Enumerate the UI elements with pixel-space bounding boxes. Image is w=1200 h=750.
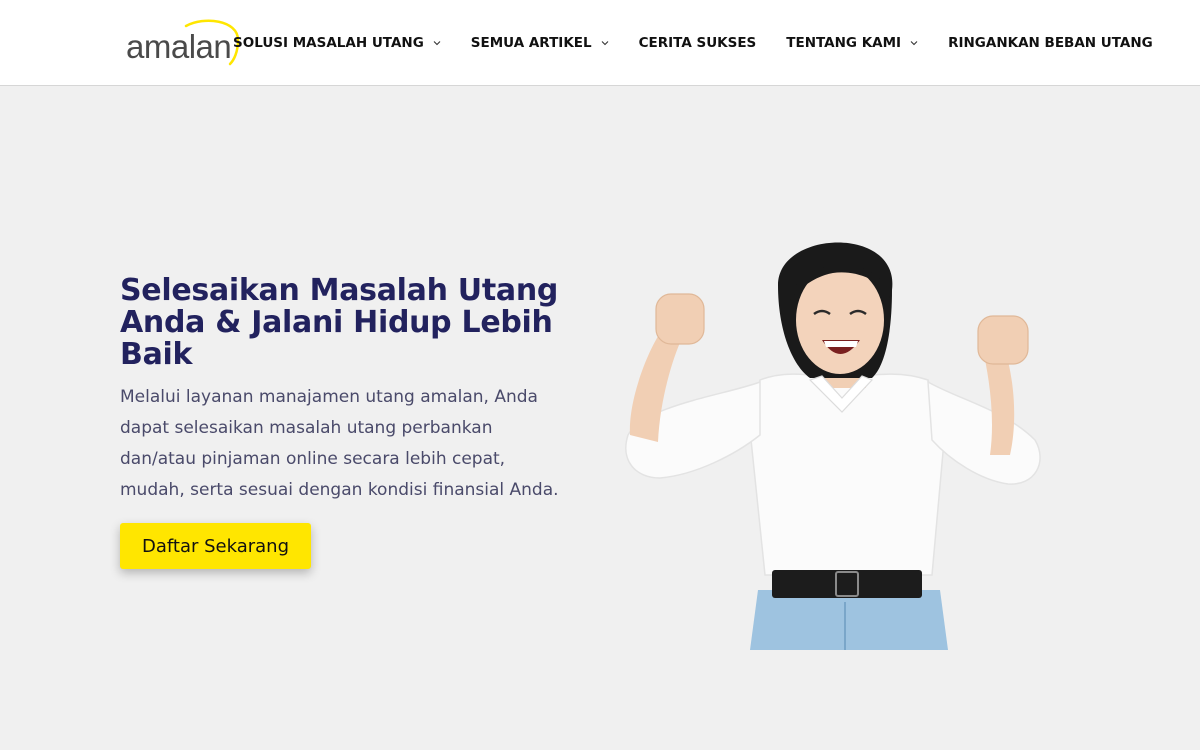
teeth xyxy=(824,341,858,347)
nav-item-label: CERITA SUKSES xyxy=(638,35,757,51)
logo-text: amalan xyxy=(126,28,232,65)
nav-item-ringankan-beban-utang[interactable]: RINGANKAN BEBAN UTANG xyxy=(948,35,1153,51)
main-nav: SOLUSI MASALAH UTANG SEMUA ARTIKEL CERIT… xyxy=(233,0,1153,86)
right-sleeve xyxy=(927,380,1041,485)
chevron-down-icon xyxy=(910,41,918,46)
nav-item-tentang-kami[interactable]: TENTANG KAMI xyxy=(786,35,918,51)
chevron-down-icon xyxy=(433,41,441,46)
nav-item-cerita-sukses[interactable]: CERITA SUKSES xyxy=(639,35,757,51)
nav-item-label: SEMUA ARTIKEL xyxy=(470,35,592,51)
right-fist xyxy=(977,315,1029,365)
belt xyxy=(772,570,922,598)
nav-item-solusi-masalah-utang[interactable]: SOLUSI MASALAH UTANG xyxy=(233,35,441,51)
woman-celebrating-illustration xyxy=(625,242,1041,650)
amalan-logo[interactable]: amalan xyxy=(124,18,244,70)
hero-title: Selesaikan Masalah Utang Anda & Jalani H… xyxy=(120,273,559,372)
jeans-shape xyxy=(750,590,948,650)
nav-item-label: RINGANKAN BEBAN UTANG xyxy=(948,35,1153,51)
daftar-sekarang-button[interactable]: Daftar Sekarang xyxy=(120,523,311,569)
left-fist xyxy=(655,293,705,345)
nav-item-label: SOLUSI MASALAH UTANG xyxy=(233,35,424,51)
chevron-down-icon xyxy=(601,41,608,46)
nav-item-semua-artikel[interactable]: SEMUA ARTIKEL xyxy=(471,35,609,51)
nav-item-label: TENTANG KAMI xyxy=(786,35,902,51)
hero-description: Melalui layanan manajamen utang amalan, … xyxy=(120,387,559,500)
site-header: amalan SOLUSI MASALAH UTANG SEMUA ARTIKE… xyxy=(0,0,1200,86)
